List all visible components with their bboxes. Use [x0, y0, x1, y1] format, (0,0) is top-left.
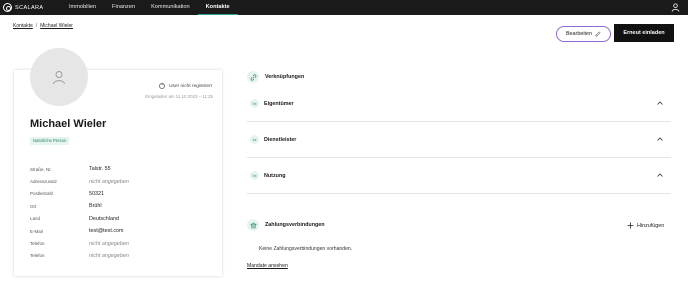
detail-value: test@test.com — [89, 228, 124, 235]
top-navigation-bar: SCALARA Immobilien Finanzen Kommunikatio… — [0, 0, 688, 15]
payments-section-header: Zahlungsverbindungen — [247, 219, 325, 231]
main-nav: Immobilien Finanzen Kommunikation Kontak… — [61, 0, 238, 15]
brand-name: SCALARA — [15, 4, 44, 11]
view-mandates-link[interactable]: Mandate ansehen — [247, 263, 288, 269]
add-payment-button[interactable]: Hinzufügen — [627, 222, 664, 229]
detail-row-street: Straße, Nr. Talstr. 55 — [30, 163, 129, 175]
detail-label: Adresszusatz — [30, 179, 58, 185]
count-badge: 4x — [250, 135, 259, 144]
user-account-icon[interactable] — [671, 3, 680, 12]
detail-label: Postleitzahl — [30, 191, 54, 197]
detail-row-phone-2: Telefon nicht angegeben — [30, 250, 129, 262]
breadcrumb: Kontakte / Michael Wieler — [13, 23, 73, 29]
breadcrumb-separator: / — [35, 23, 38, 29]
detail-row-address-addition: Adresszusatz nicht angegeben — [30, 175, 129, 187]
chevron-up-icon[interactable] — [657, 137, 663, 141]
accordion-label: Dienstleister — [264, 136, 297, 143]
payments-empty-message: Keine Zahlungsverbindungen vorhanden. — [259, 246, 353, 252]
breadcrumb-link-kontakte[interactable]: Kontakte — [13, 23, 33, 29]
contact-profile-card: User nicht registriert Eingeladen am 11.… — [14, 48, 222, 276]
user-plus-icon — [159, 82, 166, 89]
invited-date: Eingeladen am 11.10.2023 – 11:25 — [145, 94, 213, 99]
add-payment-label: Hinzufügen — [637, 222, 665, 229]
chevron-up-icon[interactable] — [657, 101, 663, 105]
avatar — [30, 48, 88, 106]
accordion-eigentuemer[interactable]: 0x Eigentümer — [247, 86, 671, 122]
nav-item-finanzen[interactable]: Finanzen — [104, 0, 143, 15]
count-badge: 0x — [250, 99, 259, 108]
detail-row-city: Ort Brühl — [30, 200, 129, 212]
detail-value: Talstr. 55 — [89, 166, 111, 173]
pencil-icon — [595, 31, 601, 37]
nav-item-immobilien[interactable]: Immobilien — [61, 0, 104, 15]
detail-row-country: Land Deutschland — [30, 213, 129, 225]
accordion-nutzung[interactable]: 0x Nutzung — [247, 158, 671, 194]
reinvite-button[interactable]: Erneut einladen — [614, 24, 674, 42]
registration-status: User nicht registriert — [159, 82, 212, 89]
detail-value: Deutschland — [89, 215, 119, 222]
count-badge: 0x — [250, 171, 259, 180]
detail-value: nicht angegeben — [89, 178, 129, 185]
nav-item-kommunikation[interactable]: Kommunikation — [143, 0, 198, 15]
detail-value: Brühl — [89, 203, 102, 210]
chevron-up-icon[interactable] — [657, 173, 663, 177]
edit-button-label: Bearbeiten — [565, 31, 593, 37]
detail-label: Telefon — [30, 253, 45, 259]
payments-section-title: Zahlungsverbindungen — [265, 222, 325, 228]
detail-value: 50321 — [89, 190, 104, 197]
breadcrumb-current[interactable]: Michael Wieler — [40, 23, 73, 29]
contact-details: Straße, Nr. Talstr. 55 Adresszusatz nich… — [30, 163, 129, 262]
scalara-logo[interactable]: SCALARA — [3, 3, 55, 12]
detail-label: Telefon — [30, 241, 45, 247]
logo-icon — [3, 3, 12, 12]
detail-label: E-Mail — [30, 228, 43, 234]
accordion-label: Eigentümer — [264, 100, 294, 107]
detail-row-email: E-Mail test@test.com — [30, 225, 129, 237]
detail-row-phone: Telefon nicht angegeben — [30, 237, 129, 249]
person-type-badge: Natürliche Person — [30, 137, 70, 145]
link-icon — [247, 71, 259, 83]
nav-item-kontakte[interactable]: Kontakte — [197, 0, 238, 15]
links-section-title: Verknüpfungen — [265, 74, 305, 80]
bank-icon — [247, 219, 259, 231]
detail-label: Straße, Nr. — [30, 166, 52, 172]
edit-button[interactable]: Bearbeiten — [556, 26, 611, 42]
registration-status-text: User nicht registriert — [169, 83, 212, 89]
accordion-dienstleister[interactable]: 4x Dienstleister — [247, 122, 671, 158]
detail-value: nicht angegeben — [89, 252, 129, 259]
detail-row-postal-code: Postleitzahl 50321 — [30, 188, 129, 200]
contact-name: Michael Wieler — [30, 118, 107, 130]
user-placeholder-icon — [53, 71, 65, 85]
links-section-header: Verknüpfungen — [247, 71, 304, 83]
plus-icon — [627, 222, 634, 229]
detail-label: Ort — [30, 203, 37, 209]
detail-label: Land — [30, 216, 41, 222]
detail-value: nicht angegeben — [89, 240, 129, 247]
accordion-label: Nutzung — [264, 172, 286, 179]
